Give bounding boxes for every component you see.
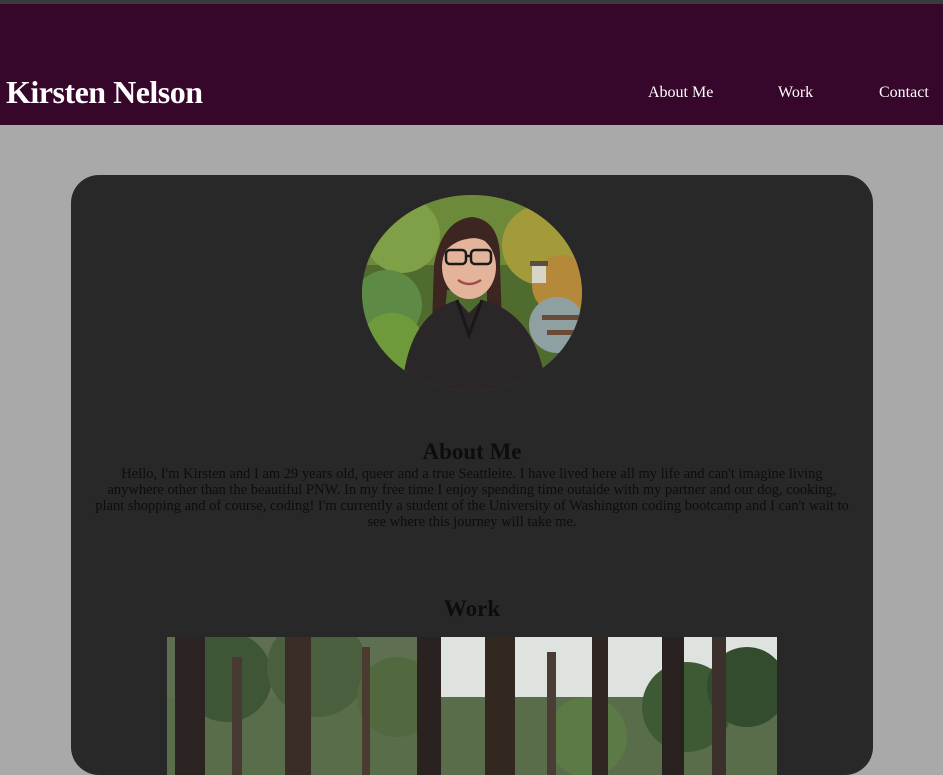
about-heading: About Me — [422, 439, 522, 464]
site-title[interactable]: Kirsten Nelson — [6, 74, 203, 111]
forest-photo-image — [167, 637, 777, 775]
nav-link-about-me[interactable]: About Me — [648, 84, 713, 102]
profile-photo — [362, 195, 582, 391]
profile-photo-image — [362, 195, 582, 391]
about-paragraph: Hello, I'm Kirsten and I am 29 years old… — [95, 466, 849, 530]
site-header: Kirsten Nelson About Me Work Contact — [0, 4, 943, 125]
nav-link-contact[interactable]: Contact — [879, 84, 929, 102]
nav-link-work[interactable]: Work — [778, 84, 813, 102]
content-card: About Me Hello, I'm Kirsten and I am 29 … — [71, 175, 873, 775]
work-heading: Work — [443, 596, 501, 621]
work-project-image[interactable] — [167, 637, 777, 775]
